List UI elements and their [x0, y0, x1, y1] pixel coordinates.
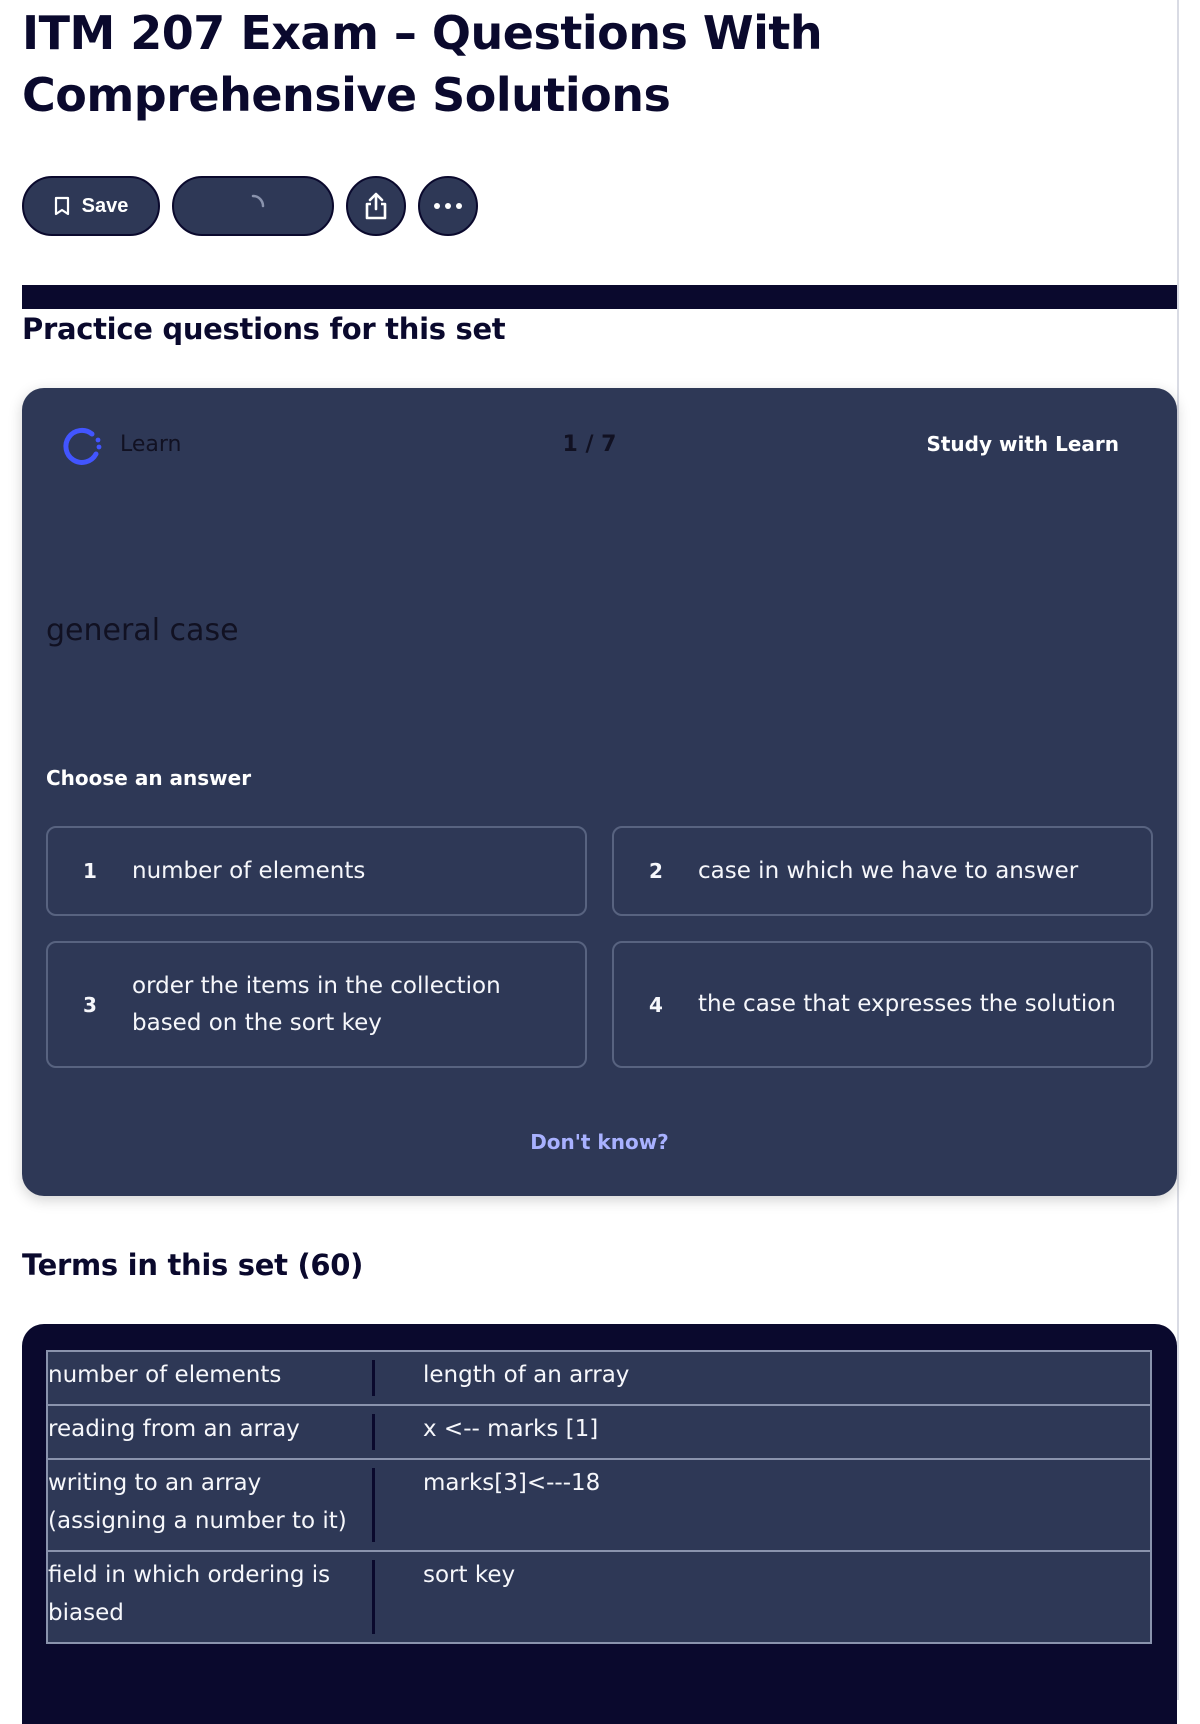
definition-text: sort key: [423, 1562, 516, 1588]
section-divider: [22, 285, 1177, 309]
table-row: field in which ordering is biased sort k…: [46, 1550, 1152, 1644]
table-row: reading from an array x <-- marks [1]: [46, 1404, 1152, 1460]
question-prompt: general case: [46, 613, 239, 648]
dont-know-button[interactable]: Don't know?: [22, 1130, 1177, 1154]
definition-text: x <-- marks [1]: [423, 1416, 599, 1442]
answer-number: 1: [83, 859, 97, 883]
save-button[interactable]: Save: [22, 176, 160, 236]
bookmark-icon: [54, 196, 70, 216]
share-icon: [362, 191, 390, 221]
learn-card: Learn 1 / 7 Study with Learn general cas…: [22, 388, 1177, 1196]
answer-text: case in which we have to answer: [698, 857, 1079, 884]
term-text: number of elements: [48, 1362, 282, 1388]
term-text: field in which ordering is biased: [48, 1562, 331, 1626]
term-text: reading from an array: [48, 1416, 300, 1442]
terms-table: number of elements length of an array re…: [46, 1350, 1152, 1644]
more-options-button[interactable]: [418, 176, 478, 236]
definition-cell: sort key: [375, 1550, 1152, 1644]
study-with-learn-link[interactable]: Study with Learn: [926, 432, 1119, 456]
action-bar: Save: [22, 176, 478, 236]
share-button[interactable]: [346, 176, 406, 236]
practice-heading: Practice questions for this set: [22, 312, 506, 346]
page-edge-line: [1177, 0, 1179, 1700]
definition-text: length of an array: [423, 1362, 630, 1388]
answer-number: 4: [649, 992, 663, 1017]
term-cell: writing to an array (assigning a number …: [46, 1458, 376, 1552]
term-cell: number of elements: [46, 1350, 376, 1406]
terms-card: number of elements length of an array re…: [22, 1324, 1177, 1724]
page-title: ITM 207 Exam – Questions With Comprehens…: [22, 6, 823, 122]
definition-cell: x <-- marks [1]: [375, 1404, 1152, 1460]
definition-text: marks[3]<---18: [423, 1470, 601, 1496]
more-icon: [433, 202, 463, 210]
term-text: writing to an array (assigning a number …: [48, 1470, 347, 1534]
save-button-label: Save: [81, 194, 129, 217]
answer-option-2[interactable]: 2 case in which we have to answer: [612, 826, 1153, 916]
choose-answer-label: Choose an answer: [46, 766, 252, 790]
term-cell: field in which ordering is biased: [46, 1550, 376, 1644]
answer-text: the case that expresses the solution: [698, 991, 1116, 1017]
answer-text: order the items in the collection based …: [132, 972, 501, 1036]
learn-card-header: Learn 1 / 7 Study with Learn: [60, 422, 1119, 466]
loading-spinner-icon: [240, 193, 266, 219]
answer-number: 3: [83, 992, 97, 1017]
table-row: writing to an array (assigning a number …: [46, 1458, 1152, 1552]
answer-option-1[interactable]: 1 number of elements: [46, 826, 587, 916]
terms-heading: Terms in this set (60): [22, 1248, 364, 1282]
answer-text: number of elements: [132, 857, 366, 884]
answer-option-3[interactable]: 3 order the items in the collection base…: [46, 941, 587, 1068]
loading-button[interactable]: [172, 176, 334, 236]
answer-number: 2: [649, 859, 663, 883]
table-row: number of elements length of an array: [46, 1350, 1152, 1406]
definition-cell: marks[3]<---18: [375, 1458, 1152, 1552]
answer-option-4[interactable]: 4 the case that expresses the solution: [612, 941, 1153, 1068]
term-cell: reading from an array: [46, 1404, 376, 1460]
definition-cell: length of an array: [375, 1350, 1152, 1406]
